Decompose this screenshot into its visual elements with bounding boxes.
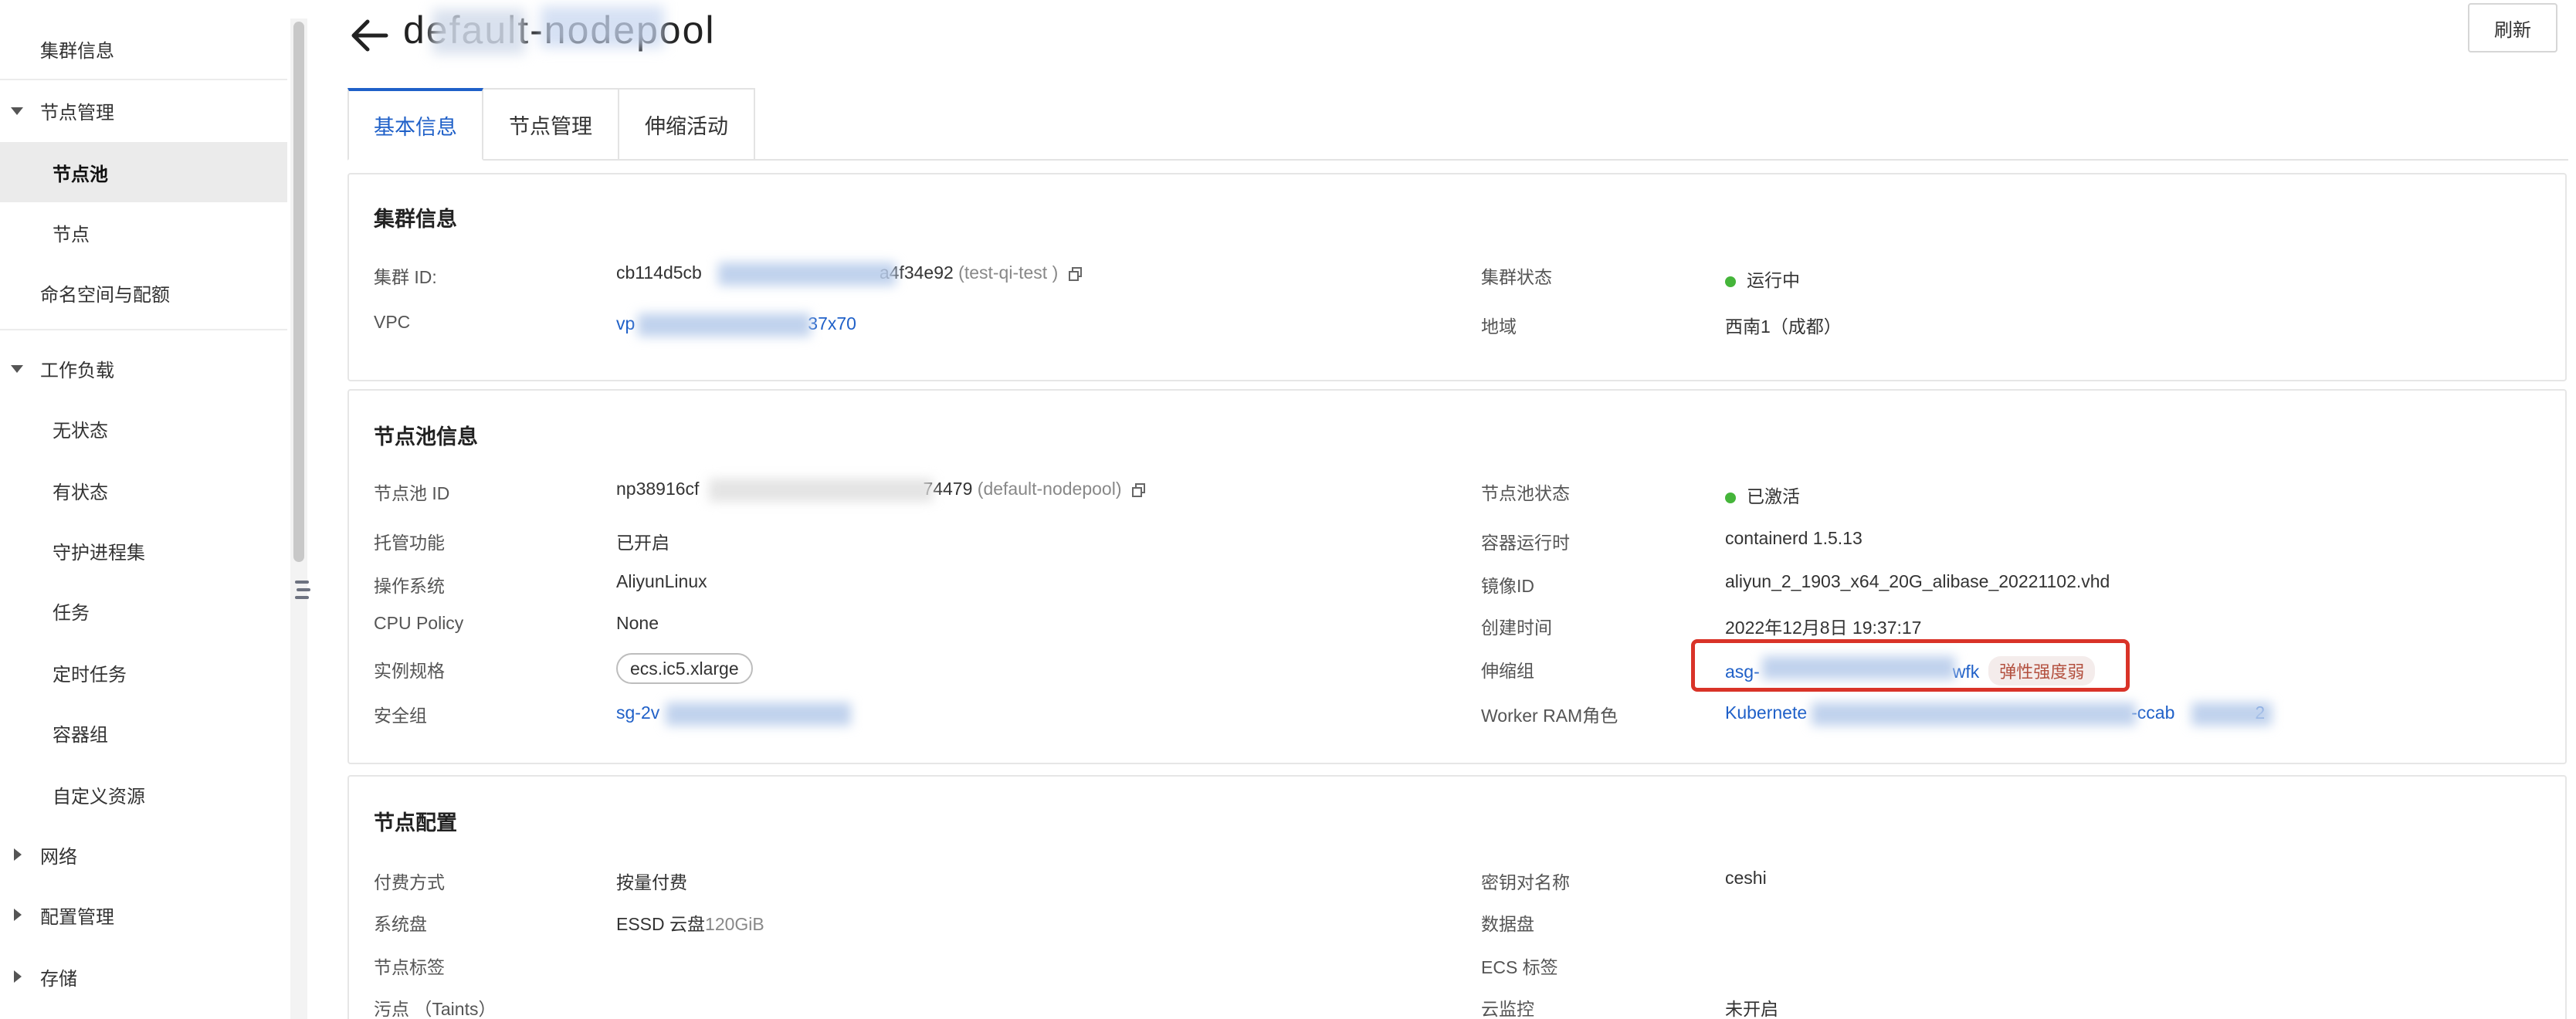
sidebar-item-cluster-info[interactable]: 集群信息 [0, 19, 287, 79]
cluster-status-label: 集群状态 [1481, 267, 1552, 287]
sidebar-divider [0, 329, 287, 330]
security-group-label: 安全组 [374, 706, 427, 726]
highlight-box [1691, 639, 2130, 692]
nodepool-status-value: 已激活 [1725, 482, 1800, 508]
cloud-monitor-value: 未开启 [1725, 999, 1778, 1019]
redaction-mask [638, 313, 811, 337]
nodepool-id-label: 节点池 ID [374, 483, 450, 503]
scaling-group-label: 伸缩组 [1481, 661, 1534, 681]
tab-basic-info[interactable]: 基本信息 [347, 88, 483, 161]
keypair-label: 密钥对名称 [1481, 872, 1570, 892]
redaction-mask [1812, 702, 2136, 726]
status-dot-icon [1725, 276, 1736, 287]
tab-bar: 基本信息 节点管理 伸缩活动 [347, 88, 755, 161]
sidebar-group-storage[interactable]: 存储 [0, 946, 287, 1007]
back-arrow-icon[interactable] [347, 14, 391, 57]
nodepool-status-label: 节点池状态 [1481, 483, 1570, 503]
sidebar-item-job[interactable]: 任务 [0, 581, 287, 641]
sidebar-group-network[interactable]: 网络 [0, 824, 287, 885]
system-disk-label: 系统盘 [374, 914, 427, 934]
sidebar-item-cronjob[interactable]: 定时任务 [0, 642, 287, 702]
section-title: 节点池信息 [374, 425, 478, 449]
caret-down-icon [11, 107, 23, 115]
redaction-mask [541, 6, 664, 48]
redaction-mask [718, 262, 896, 286]
refresh-button[interactable]: 刷新 [2468, 3, 2557, 52]
redaction-mask [709, 479, 933, 502]
worker-ram-role-label: Worker RAM角色 [1481, 706, 1618, 726]
sidebar-scrollbar-thumb[interactable] [293, 22, 304, 562]
system-disk-value: ESSD 云盘120GiB [616, 914, 764, 934]
sidebar-group-workload[interactable]: 工作负载 [0, 338, 287, 398]
sidebar-group-config[interactable]: 配置管理 [0, 885, 287, 945]
image-id-value: aliyun_2_1903_x64_20G_alibase_20221102.v… [1725, 571, 2110, 591]
caret-right-icon [14, 909, 22, 921]
cluster-status-value: 运行中 [1725, 266, 1800, 292]
sidebar-item-nodepool[interactable]: 节点池 [0, 142, 287, 202]
node-config-section: 节点配置 [347, 775, 2567, 1019]
redaction-mask [666, 702, 851, 726]
sidebar-item-deployment[interactable]: 无状态 [0, 398, 287, 459]
billing-label: 付费方式 [374, 872, 445, 892]
sidebar-item-custom-resource[interactable]: 自定义资源 [0, 764, 287, 824]
region-label: 地域 [1481, 317, 1517, 337]
created-time-value: 2022年12月8日 19:37:17 [1725, 618, 1922, 638]
sidebar: 集群信息 节点管理 节点池 节点 命名空间与配额 工作负载 无状态 有状态 守护… [0, 0, 290, 1019]
redaction-mask [432, 9, 525, 54]
vpc-label: VPC [374, 312, 411, 332]
os-label: 操作系统 [374, 576, 445, 596]
node-label-label: 节点标签 [374, 957, 445, 977]
section-title: 集群信息 [374, 208, 457, 231]
cpu-policy-label: CPU Policy [374, 613, 464, 633]
sidebar-item-pod[interactable]: 容器组 [0, 702, 287, 763]
sidebar-item-statefulset[interactable]: 有状态 [0, 460, 287, 520]
copy-icon[interactable] [1068, 266, 1083, 282]
sidebar-item-node[interactable]: 节点 [0, 202, 287, 262]
redaction-mask [2191, 702, 2272, 726]
created-time-label: 创建时间 [1481, 618, 1552, 638]
tab-divider [754, 159, 2568, 161]
caret-right-icon [14, 970, 22, 983]
ecs-tag-label: ECS 标签 [1481, 957, 1558, 977]
runtime-label: 容器运行时 [1481, 533, 1570, 553]
copy-icon[interactable] [1131, 482, 1147, 498]
caret-down-icon [11, 365, 23, 373]
image-id-label: 镜像ID [1481, 576, 1534, 596]
os-value: AliyunLinux [616, 571, 707, 591]
cpu-policy-value: None [616, 613, 659, 633]
instance-spec-tag: ecs.ic5.xlarge [616, 653, 753, 684]
cloud-monitor-label: 云监控 [1481, 999, 1534, 1019]
region-value: 西南1（成都） [1725, 317, 1842, 337]
instance-spec-label: 实例规格 [374, 661, 445, 681]
managed-value: 已开启 [616, 533, 669, 553]
billing-value: 按量付费 [616, 872, 687, 892]
section-title: 节点配置 [374, 811, 457, 834]
taints-label: 污点 （Taints） [374, 999, 497, 1019]
keypair-value: ceshi [1725, 868, 1767, 888]
data-disk-label: 数据盘 [1481, 914, 1534, 934]
runtime-value: containerd 1.5.13 [1725, 528, 1863, 548]
collapse-sidebar-icon[interactable] [293, 579, 310, 605]
tab-node-management[interactable]: 节点管理 [483, 88, 619, 161]
sidebar-item-daemonset[interactable]: 守护进程集 [0, 520, 287, 581]
tab-scaling-activity[interactable]: 伸缩活动 [619, 88, 755, 161]
managed-label: 托管功能 [374, 533, 445, 553]
caret-right-icon [14, 848, 22, 861]
sidebar-item-namespace-quota[interactable]: 命名空间与配额 [0, 262, 287, 323]
sidebar-group-node-management[interactable]: 节点管理 [0, 80, 287, 140]
status-dot-icon [1725, 492, 1736, 503]
cluster-id-label: 集群 ID: [374, 267, 437, 287]
